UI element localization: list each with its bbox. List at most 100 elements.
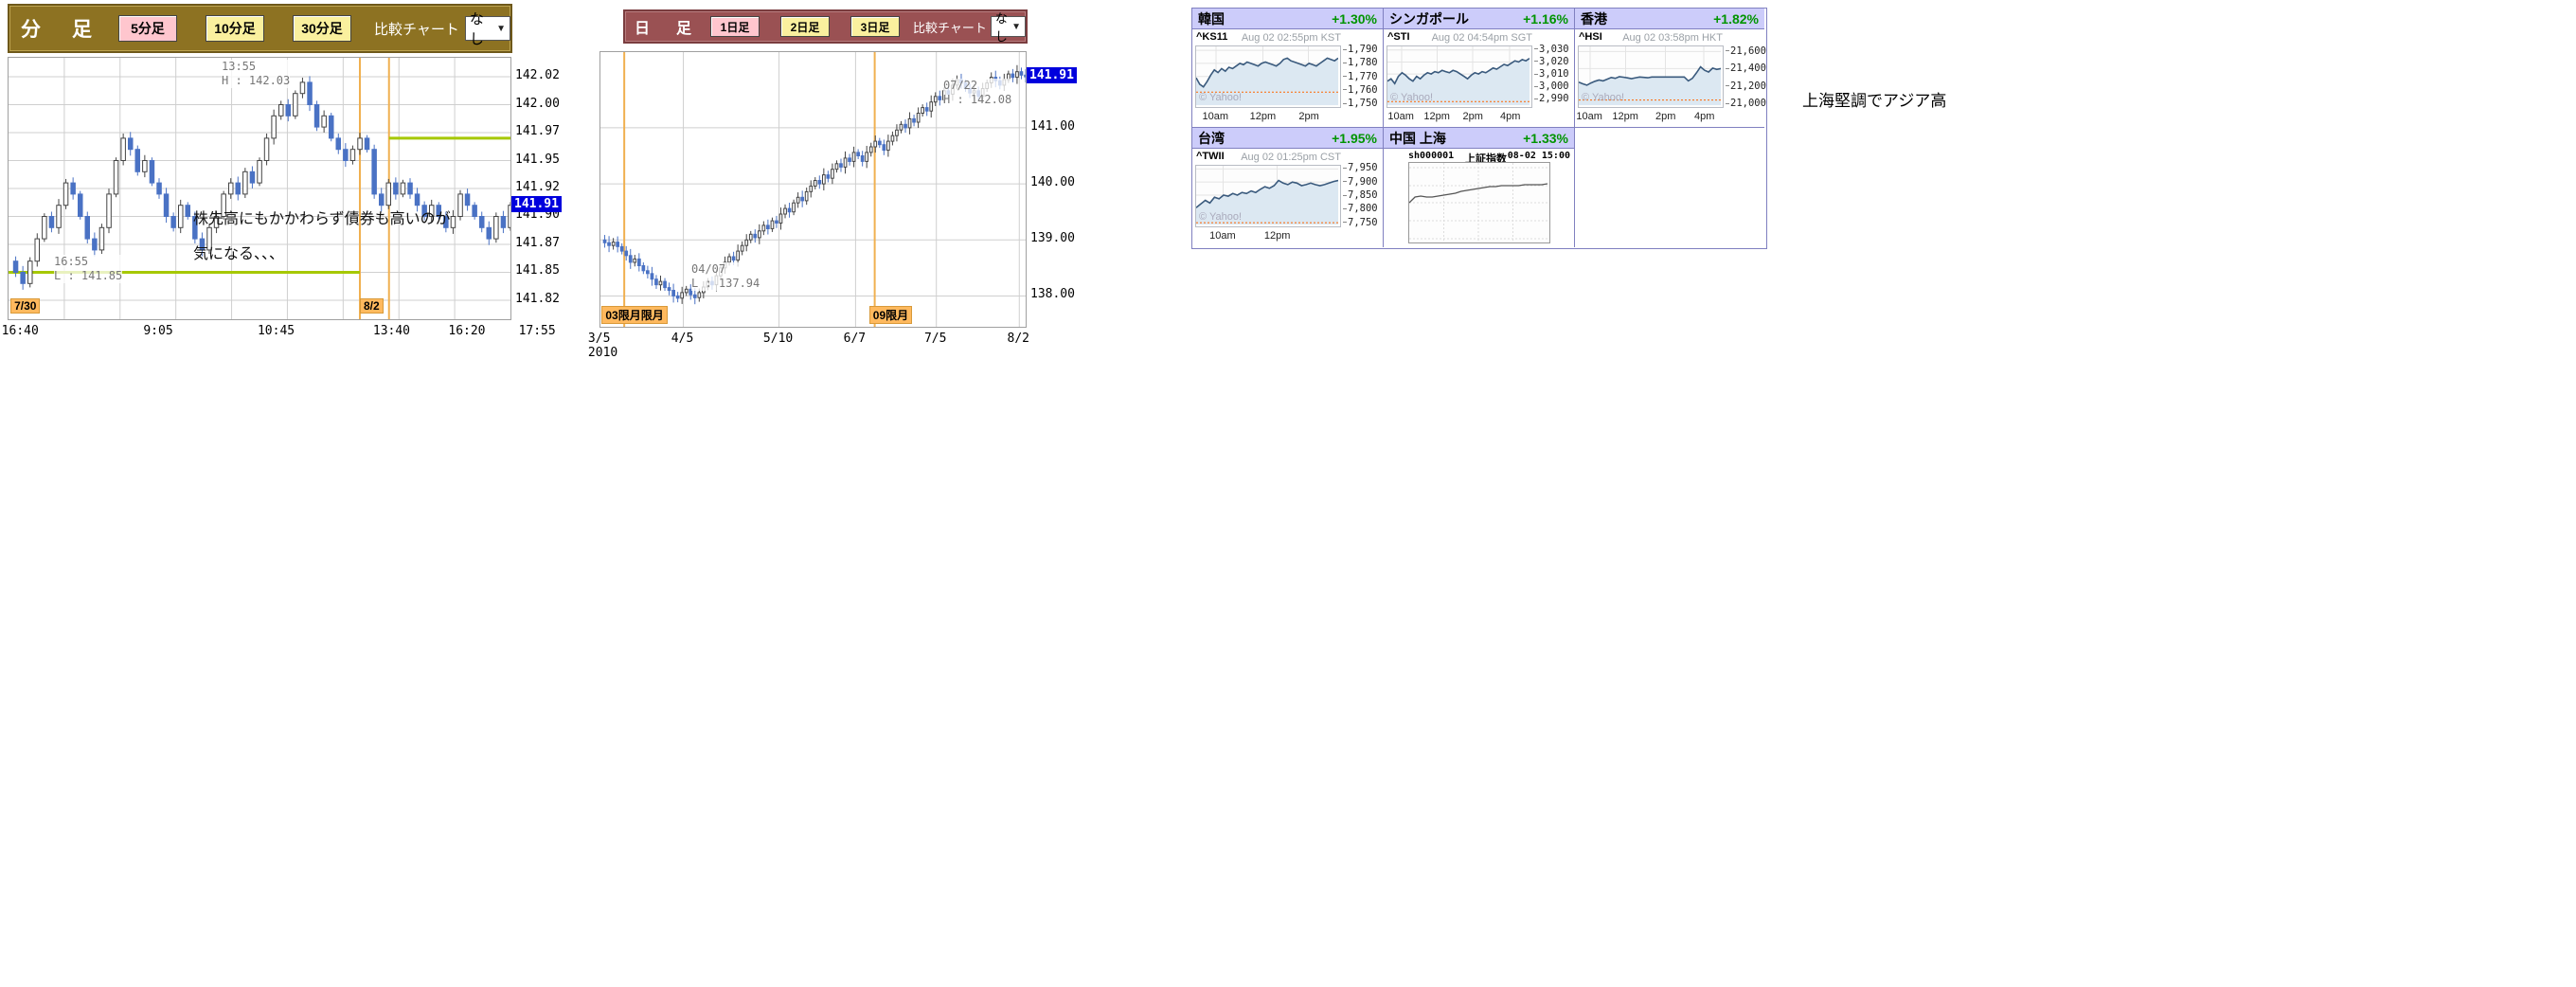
minute-chart-time-axis: 16:409:0510:4513:4016:2017:55 (8, 322, 555, 339)
index-cell-header: シンガポール +1.16% (1384, 9, 1574, 29)
index-cell-台湾[interactable]: 台湾+1.95%^TWIIAug 02 01:25pm CST© Yahoo!7… (1192, 128, 1384, 247)
current-price-tag: 141.91 (1027, 67, 1077, 83)
y-tick-label: 2,990 (1534, 93, 1569, 104)
timeframe-button[interactable]: 30分足 (293, 15, 351, 42)
minute-chart-toolbar: 分 足 5分足 10分足 30分足 比較チャート なし ▼ (8, 4, 512, 53)
daily-chart-time-axis: 3/520104/55/106/77/58/2 (599, 330, 1111, 362)
y-tick-label: 138.00 (1030, 287, 1075, 301)
timeframe-button[interactable]: 10分足 (206, 15, 264, 42)
x-tick-label: 17:55 (519, 324, 556, 338)
x-tick-label: 3/52010 (588, 332, 617, 360)
index-name: 韓国 (1198, 9, 1225, 28)
index-name: 台湾 (1198, 129, 1225, 148)
asian-markets-panel: 韓国+1.30%^KS11Aug 02 02:55pm KST© Yahoo!1… (1191, 8, 1767, 249)
y-tick-label: 1,780 (1343, 57, 1378, 68)
y-tick-label: 7,850 (1343, 189, 1378, 201)
index-cell-header: 韓国+1.30% (1192, 9, 1383, 29)
timeframe-button[interactable]: 3日足 (850, 16, 900, 37)
index-cell-body: sh000001上証指数08-02 15:00 (1384, 149, 1574, 246)
y-tick-label: 3,010 (1534, 68, 1569, 80)
timeframe-button[interactable]: 1日足 (710, 16, 760, 37)
index-cell-韓国[interactable]: 韓国+1.30%^KS11Aug 02 02:55pm KST© Yahoo!1… (1192, 9, 1384, 128)
low-annotation: 04/07L : 137.94 (691, 262, 760, 291)
x-tick-label: 12pm (1264, 230, 1291, 242)
y-tick-label: 139.00 (1030, 231, 1075, 245)
index-cell-中国 上海[interactable]: 中国 上海+1.33%sh000001上証指数08-02 15:00 (1384, 128, 1575, 247)
x-tick-label: 10am (1203, 111, 1229, 122)
memo-text-line1: 株先高にもかかわらず債券も高いのが (193, 206, 451, 228)
y-tick-label: 21,400 (1726, 63, 1766, 74)
y-tick-label: 3,030 (1534, 44, 1569, 55)
y-tick-label: 21,200 (1726, 81, 1766, 92)
x-tick-year: 2010 (588, 346, 617, 360)
y-tick-label: 141.00 (1030, 119, 1075, 134)
daily-chart-plot[interactable]: 03限月限月09限月07/22H : 142.0804/07L : 137.94 (599, 51, 1027, 328)
memo-text-line2: 気になる、、、 (193, 241, 284, 263)
low-annotation: 16:55L : 141.85 (54, 255, 122, 283)
panel-title: 日 足 (635, 15, 697, 38)
x-tick-label: 10:45 (258, 324, 295, 338)
index-cell-香港[interactable]: 香港+1.82%^HSIAug 02 03:58pm HKT© Yahoo!21… (1575, 9, 1764, 128)
sina-datetime: 08-02 15:00 (1508, 151, 1570, 161)
mini-chart-plot (1408, 162, 1550, 243)
date-badge: 03限月限月 (601, 306, 667, 324)
y-tick-label: 7,750 (1343, 217, 1378, 228)
daily-chart-toolbar: 日 足 1日足 2日足 3日足 比較チャート なし ▼ (623, 9, 1028, 44)
yahoo-credit: © Yahoo! (1582, 92, 1624, 103)
index-change-pct: +1.82% (1713, 11, 1759, 27)
x-tick-label: 13:40 (373, 324, 410, 338)
y-tick-label: 21,000 (1726, 98, 1766, 109)
y-tick-label: 1,770 (1343, 71, 1378, 82)
minute-chart-plot[interactable]: 7/308/213:55H : 142.0316:55L : 141.85株先高… (8, 57, 511, 320)
minute-chart-price-axis: 142.02142.00141.97141.95141.92141.90141.… (511, 57, 555, 318)
x-tick-label: 2pm (1655, 111, 1675, 122)
y-tick-label: 7,900 (1343, 176, 1378, 188)
x-tick-label: 6/7 (844, 332, 866, 346)
quote-datetime: Aug 02 01:25pm CST (1241, 152, 1341, 163)
x-tick-label: 8/2 (1008, 332, 1029, 346)
x-tick-label: 16:40 (2, 324, 39, 338)
daily-chart-price-axis: 141.00140.00139.00138.00141.91 (1027, 51, 1079, 326)
x-tick-label: 12pm (1423, 111, 1450, 122)
chart-canvas (1409, 163, 1547, 241)
compare-chart-label: 比較チャート (913, 18, 987, 36)
sina-code: sh000001 (1408, 151, 1454, 161)
ticker-symbol: ^STI (1387, 31, 1410, 43)
index-cell-header: 台湾 +1.95% (1192, 128, 1383, 149)
x-tick-label: 4/5 (671, 332, 693, 346)
y-tick-label: 141.92 (515, 180, 560, 194)
y-tick-label: 7,800 (1343, 203, 1378, 214)
panel-title: 分 足 (21, 14, 98, 43)
trading-desktop: { "minute": { "header": { "title": "分 足"… (0, 0, 2576, 987)
index-cell-header: 香港 +1.82% (1575, 9, 1764, 29)
current-price-tag: 141.91 (511, 196, 562, 212)
high-annotation: 07/22H : 142.08 (943, 79, 1011, 107)
chevron-down-icon: ▼ (1011, 22, 1021, 32)
compare-chart-value: なし (470, 9, 496, 48)
index-cell-シンガポール[interactable]: シンガポール+1.16%^STIAug 02 04:54pm SGT© Yaho… (1384, 9, 1575, 128)
quote-datetime: Aug 02 04:54pm SGT (1432, 32, 1532, 44)
ticker-symbol: ^TWII (1196, 151, 1225, 162)
compare-chart-select[interactable]: なし ▼ (465, 16, 510, 41)
index-name: 中国 上海 (1389, 129, 1446, 148)
x-tick-label: 4pm (1694, 111, 1714, 122)
y-tick-label: 141.82 (515, 292, 560, 306)
daily-chart-window: 日 足 1日足2日足3日足 比較チャート なし ▼ 03限月限月09限月07/2… (599, 9, 1111, 362)
y-tick-label: 3,000 (1534, 81, 1569, 92)
y-tick-label: 21,600 (1726, 45, 1766, 57)
index-name: シンガポール (1389, 9, 1469, 28)
yahoo-credit: © Yahoo! (1199, 92, 1242, 103)
index-cell-body: ^KS11Aug 02 02:55pm KST© Yahoo!1,7901,78… (1192, 29, 1383, 127)
index-change-pct: +1.16% (1523, 11, 1568, 27)
timeframe-button[interactable]: 2日足 (780, 16, 830, 37)
compare-chart-select[interactable]: なし ▼ (991, 16, 1026, 37)
index-name: 香港 (1581, 9, 1607, 28)
compare-chart-label: 比較チャート (374, 19, 459, 39)
y-tick-label: 3,020 (1534, 56, 1569, 67)
y-tick-label: 141.97 (515, 124, 560, 138)
timeframe-button[interactable]: 5分足 (118, 15, 177, 42)
date-badge: 7/30 (10, 298, 40, 314)
index-change-pct: +1.95% (1332, 131, 1377, 146)
index-cell-body: ^STIAug 02 04:54pm SGT© Yahoo!3,0303,020… (1384, 29, 1574, 127)
chevron-down-icon: ▼ (496, 24, 506, 34)
